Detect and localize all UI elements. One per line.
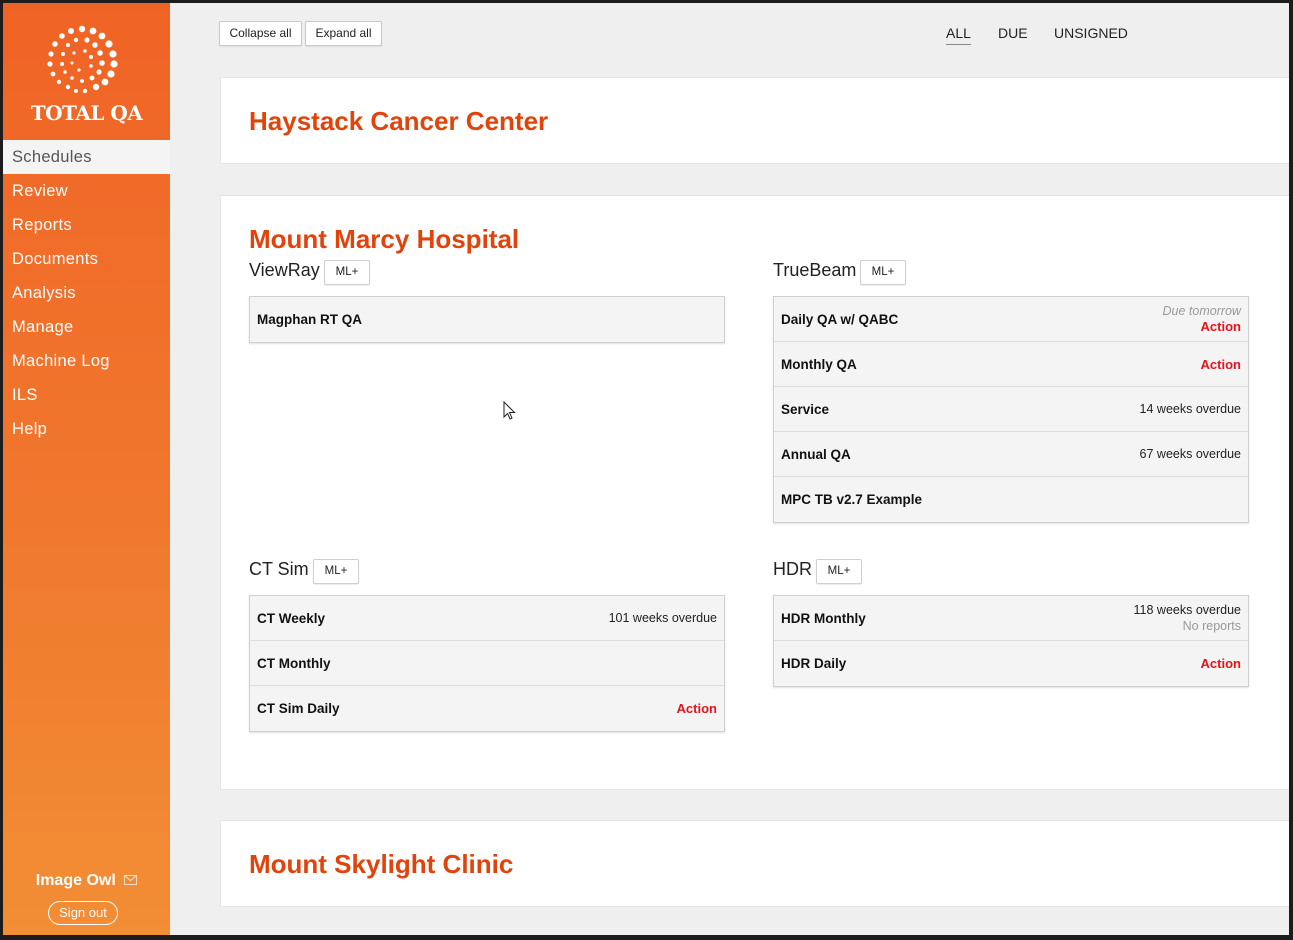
- sidebar-nav: Schedules Review Reports Documents Analy…: [3, 140, 170, 446]
- site-title[interactable]: Haystack Cancer Center: [249, 106, 548, 137]
- sidebar-item-reports[interactable]: Reports: [3, 208, 170, 242]
- ml-plus-button[interactable]: ML+: [324, 260, 370, 285]
- ml-plus-button[interactable]: ML+: [816, 559, 862, 584]
- sidebar-item-machine-log[interactable]: Machine Log: [3, 344, 170, 378]
- task-list: HDR Monthly 118 weeks overdue No reports…: [773, 595, 1249, 687]
- task-list: Magphan RT QA: [249, 296, 725, 343]
- overdue-status: 67 weeks overdue: [1139, 447, 1241, 461]
- machine-name[interactable]: CT Sim: [249, 559, 309, 580]
- task-row[interactable]: Annual QA 67 weeks overdue: [774, 432, 1248, 477]
- filter-all[interactable]: ALL: [946, 25, 971, 45]
- task-row[interactable]: Monthly QA Action: [774, 342, 1248, 387]
- user-name[interactable]: Image Owl: [36, 872, 116, 889]
- task-name: CT Sim Daily: [257, 701, 340, 716]
- task-name: HDR Daily: [781, 656, 847, 671]
- expand-all-button[interactable]: Expand all: [305, 21, 382, 46]
- sign-out-button[interactable]: Sign out: [48, 901, 118, 925]
- task-name: CT Weekly: [257, 611, 326, 626]
- mouse-cursor-icon: [503, 401, 516, 420]
- site-panel: Mount Marcy Hospital ViewRay ML+ Magphan…: [220, 195, 1289, 790]
- task-row[interactable]: CT Weekly 101 weeks overdue: [250, 596, 724, 641]
- sidebar-item-help[interactable]: Help: [3, 412, 170, 446]
- due-status: Due tomorrow: [1162, 304, 1242, 318]
- sidebar-item-review[interactable]: Review: [3, 174, 170, 208]
- task-row[interactable]: Daily QA w/ QABC Due tomorrow Action: [774, 297, 1248, 342]
- sidebar: TOTAL QA Schedules Review Reports Docume…: [3, 3, 170, 935]
- filter-due[interactable]: DUE: [998, 25, 1028, 41]
- task-name: Monthly QA: [781, 357, 857, 372]
- task-name: Service: [781, 402, 830, 417]
- envelope-icon[interactable]: [124, 872, 138, 890]
- task-row[interactable]: Service 14 weeks overdue: [774, 387, 1248, 432]
- app-window: TOTAL QA Schedules Review Reports Docume…: [0, 0, 1293, 940]
- user-info: Image Owl: [3, 872, 170, 890]
- filter-unsigned[interactable]: UNSIGNED: [1054, 25, 1128, 41]
- action-status[interactable]: Action: [1201, 656, 1241, 671]
- task-name: HDR Monthly: [781, 611, 866, 626]
- task-row[interactable]: HDR Monthly 118 weeks overdue No reports: [774, 596, 1248, 641]
- logo-text: TOTAL QA: [30, 101, 143, 125]
- overdue-status: 118 weeks overdue: [1133, 603, 1241, 617]
- site-panel: Mount Skylight Clinic: [220, 820, 1289, 907]
- collapse-all-button[interactable]: Collapse all: [219, 21, 302, 46]
- task-row[interactable]: HDR Daily Action: [774, 641, 1248, 686]
- site-title[interactable]: Mount Skylight Clinic: [249, 849, 513, 880]
- task-name: MPC TB v2.7 Example: [781, 492, 923, 507]
- action-status[interactable]: Action: [1201, 357, 1241, 372]
- ml-plus-button[interactable]: ML+: [860, 260, 906, 285]
- sidebar-item-documents[interactable]: Documents: [3, 242, 170, 276]
- sidebar-item-schedules[interactable]: Schedules: [3, 140, 170, 174]
- task-name: Magphan RT QA: [257, 312, 362, 327]
- task-row[interactable]: MPC TB v2.7 Example: [774, 477, 1248, 522]
- sidebar-item-analysis[interactable]: Analysis: [3, 276, 170, 310]
- task-list: CT Weekly 101 weeks overdue CT Monthly C…: [249, 595, 725, 732]
- task-name: CT Monthly: [257, 656, 331, 671]
- sidebar-item-manage[interactable]: Manage: [3, 310, 170, 344]
- task-row[interactable]: CT Monthly: [250, 641, 724, 686]
- overdue-status: 14 weeks overdue: [1139, 402, 1241, 416]
- site-panel: Haystack Cancer Center: [220, 77, 1289, 164]
- sidebar-item-ils[interactable]: ILS: [3, 378, 170, 412]
- ml-plus-button[interactable]: ML+: [313, 559, 359, 584]
- task-row[interactable]: Magphan RT QA: [250, 297, 724, 342]
- task-name: Daily QA w/ QABC: [781, 312, 899, 327]
- machine-name[interactable]: ViewRay: [249, 260, 320, 281]
- action-status[interactable]: Action: [1201, 319, 1241, 334]
- action-status[interactable]: Action: [677, 701, 717, 716]
- machine-name[interactable]: HDR: [773, 559, 812, 580]
- task-row[interactable]: CT Sim Daily Action: [250, 686, 724, 731]
- no-reports-status: No reports: [1182, 619, 1241, 633]
- site-title[interactable]: Mount Marcy Hospital: [249, 224, 519, 255]
- task-name: Annual QA: [781, 447, 851, 462]
- machine-name[interactable]: TrueBeam: [773, 260, 856, 281]
- task-list: Daily QA w/ QABC Due tomorrow Action Mon…: [773, 296, 1249, 523]
- logo-icon: [47, 25, 118, 94]
- logo[interactable]: TOTAL QA: [3, 3, 170, 140]
- overdue-status: 101 weeks overdue: [608, 611, 717, 625]
